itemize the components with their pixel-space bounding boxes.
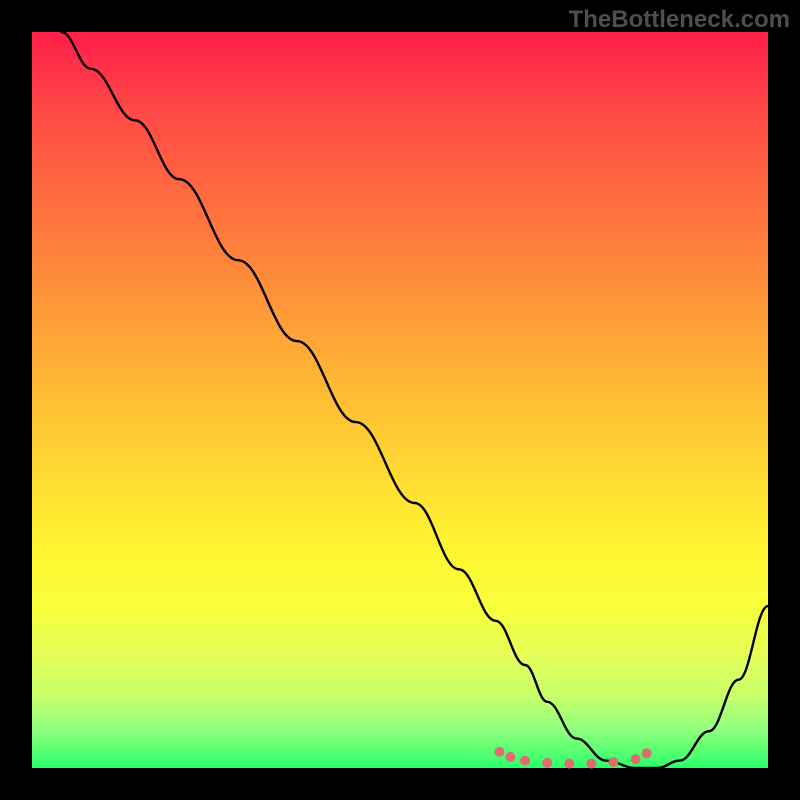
highlight-dot bbox=[564, 759, 574, 769]
chart-plot-area bbox=[32, 32, 768, 768]
highlight-dot bbox=[631, 754, 641, 764]
chart-svg bbox=[32, 32, 768, 768]
highlight-dot bbox=[586, 759, 596, 769]
highlight-dot bbox=[505, 752, 515, 762]
highlight-dot-group bbox=[494, 747, 651, 769]
bottleneck-curve bbox=[61, 32, 768, 768]
highlight-dot bbox=[520, 756, 530, 766]
highlight-dot bbox=[608, 757, 618, 767]
highlight-dot bbox=[494, 747, 504, 757]
watermark-text: TheBottleneck.com bbox=[569, 6, 790, 34]
highlight-dot bbox=[542, 758, 552, 768]
highlight-dot bbox=[642, 748, 652, 758]
